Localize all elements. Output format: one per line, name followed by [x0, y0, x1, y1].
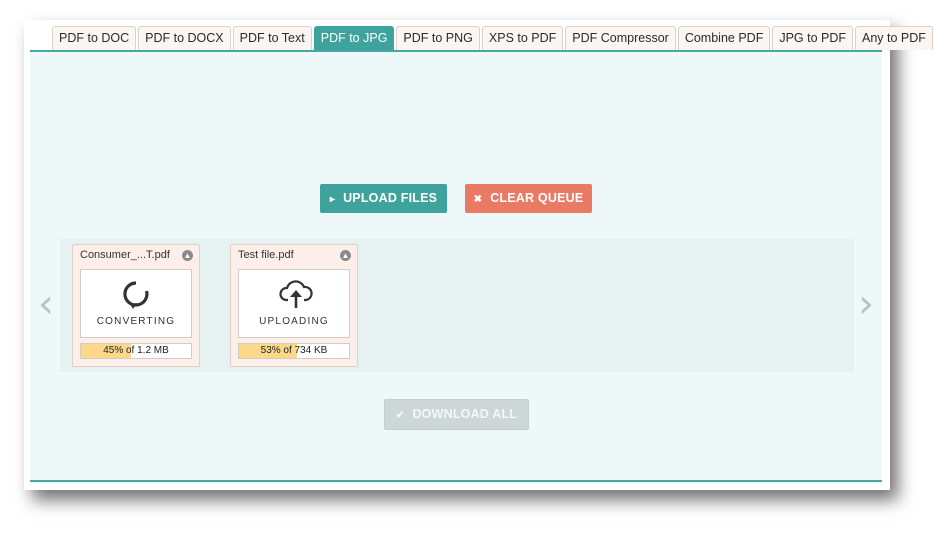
upload-files-button[interactable]: ▸ UPLOAD FILES [320, 184, 447, 213]
check-icon: ✔ [395, 410, 405, 421]
tab-combine-pdf[interactable]: Combine PDF [677, 26, 771, 50]
file-name: Test file.pdf [238, 249, 294, 261]
remove-file-icon[interactable]: ▲ [182, 250, 193, 261]
clear-queue-label: CLEAR QUEUE [490, 191, 584, 205]
tab-pdf-to-png[interactable]: PDF to PNG [396, 26, 480, 50]
converter-panel: ▸ UPLOAD FILES ✖ CLEAR QUEUE ‹ › Consumer_… [30, 50, 882, 483]
file-preview: CONVERTING [80, 269, 192, 338]
prev-arrow-icon[interactable]: ‹ [38, 284, 54, 324]
file-status: CONVERTING [96, 316, 176, 327]
file-status: UPLOADING [259, 316, 329, 327]
upload-files-label: UPLOAD FILES [343, 191, 438, 205]
progress-bar: 45% of 1.2 MB [80, 343, 192, 359]
tab-xps-to-pdf[interactable]: XPS to PDF [481, 26, 564, 50]
progress-text: 45% of 1.2 MB [103, 345, 169, 356]
download-all-button[interactable]: ✔ DOWNLOAD ALL [384, 399, 529, 430]
file-card: Consumer_...T.pdf ▲ CONVERTING 45% of 1.… [72, 244, 200, 367]
tab-pdf-compressor[interactable]: PDF Compressor [565, 26, 676, 50]
clear-queue-button[interactable]: ✖ CLEAR QUEUE [465, 184, 592, 213]
tab-pdf-to-jpg[interactable]: PDF to JPG [313, 26, 395, 50]
tab-pdf-to-doc[interactable]: PDF to DOC [52, 26, 137, 50]
tab-jpg-to-pdf[interactable]: JPG to PDF [772, 26, 854, 50]
progress-text: 53% of 734 KB [260, 345, 328, 356]
next-arrow-icon[interactable]: › [858, 284, 874, 324]
close-icon: ✖ [473, 194, 483, 205]
tab-pdf-to-text[interactable]: PDF to Text [232, 26, 312, 50]
converter-window: PDF to DOC PDF to DOCX PDF to Text PDF t… [24, 20, 933, 490]
upload-cloud-icon [279, 280, 313, 308]
download-all-label: DOWNLOAD ALL [412, 407, 518, 421]
tab-any-to-pdf[interactable]: Any to PDF [855, 26, 933, 50]
panel-bottom-border [30, 480, 882, 482]
converting-icon [123, 281, 149, 309]
file-name: Consumer_...T.pdf [80, 249, 170, 261]
file-preview: UPLOADING [238, 269, 350, 338]
remove-file-icon[interactable]: ▲ [340, 250, 351, 261]
converter-tabs: PDF to DOC PDF to DOCX PDF to Text PDF t… [52, 26, 933, 50]
tab-pdf-to-docx[interactable]: PDF to DOCX [138, 26, 231, 50]
folder-icon: ▸ [329, 194, 336, 205]
file-card: Test file.pdf ▲ UPLOADING 53% of 734 KB [230, 244, 358, 367]
progress-bar: 53% of 734 KB [238, 343, 350, 359]
